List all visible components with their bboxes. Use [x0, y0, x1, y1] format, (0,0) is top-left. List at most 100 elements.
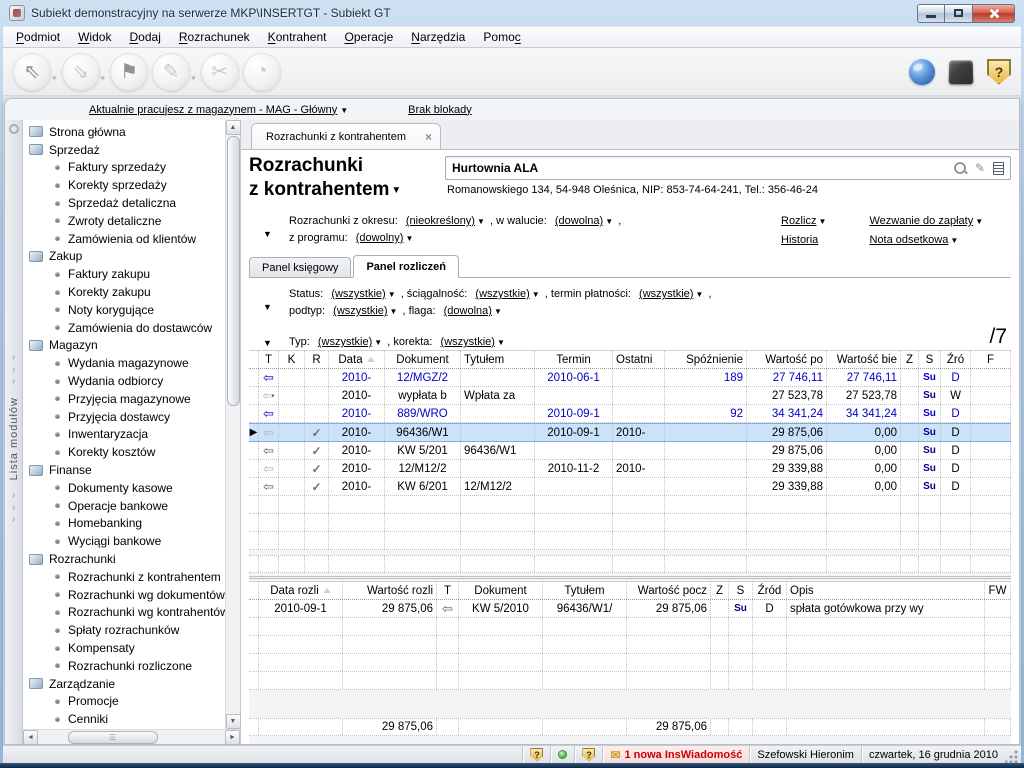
- sidebar-item-korekty-zakupu[interactable]: Korekty zakupu: [23, 283, 225, 301]
- minimize-button[interactable]: [917, 4, 945, 23]
- cube-icon[interactable]: [949, 60, 974, 84]
- sidebar-item-zam-wienia-od-klient-w[interactable]: Zamówienia od klientów: [23, 230, 225, 248]
- table-row[interactable]: 2010-09-129 875,06⇦KW 5/201096436/W1/29 …: [249, 600, 1011, 618]
- column-header-k[interactable]: K: [279, 351, 305, 368]
- scroll-down-button[interactable]: ▼: [226, 714, 241, 729]
- tab-rozrachunki-z-kontrahentem[interactable]: Rozrachunki z kontrahentem ×: [251, 123, 441, 149]
- sidebar-item-promocje[interactable]: Promocje: [23, 693, 225, 711]
- sidebar-item-faktury-sprzeda-y[interactable]: Faktury sprzedaży: [23, 159, 225, 177]
- sidebar-section-zarzadzanie[interactable]: Zarządzanie: [23, 675, 225, 693]
- scrollbar-thumb[interactable]: [227, 136, 240, 406]
- column-header-termin[interactable]: Termin: [535, 351, 613, 368]
- table-row[interactable]: ⇦▪2010-wypłata bWpłata za27 523,7827 523…: [249, 387, 1011, 405]
- sidebar-item-zam-wienia-do-dostawc-w[interactable]: Zamówienia do dostawców: [23, 319, 225, 337]
- sidebar-item-cenniki[interactable]: Cenniki: [23, 710, 225, 728]
- table-row[interactable]: ⇦✓2010-KW 6/20112/M12/229 339,880,00SuD: [249, 478, 1011, 496]
- sidebar-item-rozrachunki-rozliczone[interactable]: Rozrachunki rozliczone: [23, 657, 225, 675]
- column-header-data_rozli[interactable]: Data rozli: [259, 582, 343, 599]
- table-row[interactable]: ▶⇦✓2010-96436/W12010-09-12010-29 875,060…: [249, 423, 1011, 442]
- sidebar-item-korekty-sprzeda-y[interactable]: Korekty sprzedaży: [23, 176, 225, 194]
- sidebar-section-magazyn[interactable]: Magazyn: [23, 337, 225, 355]
- menu-item-dodaj[interactable]: Dodaj: [120, 27, 169, 47]
- collapse-filter-icon[interactable]: ▼: [263, 286, 289, 320]
- collapse-filter-icon[interactable]: ▼: [263, 213, 289, 247]
- tab-panel-ksiegowy[interactable]: Panel księgowy: [249, 257, 351, 277]
- sidebar-item-noty-koryguj-ce[interactable]: Noty korygujące: [23, 301, 225, 319]
- column-header-dokument[interactable]: Dokument: [459, 582, 543, 599]
- sidebar-section-rozrachunki[interactable]: Rozrachunki: [23, 550, 225, 568]
- sidebar-item-wydania-magazynowe[interactable]: Wydania magazynowe: [23, 354, 225, 372]
- column-header-data[interactable]: Data: [329, 351, 385, 368]
- title-dropdown-icon[interactable]: ▼: [391, 185, 401, 196]
- module-strip[interactable]: › › › Lista modułów › › ›: [5, 120, 23, 744]
- filter-korekta-value[interactable]: (wszystkie): [441, 336, 495, 348]
- sidebar-item-sprzeda-detaliczna[interactable]: Sprzedaż detaliczna: [23, 194, 225, 212]
- sidebar-item-wydania-odbiorcy[interactable]: Wydania odbiorcy: [23, 372, 225, 390]
- resize-grip[interactable]: [1005, 749, 1019, 763]
- contractor-input[interactable]: Hurtownia ALA ✎: [445, 156, 1011, 180]
- scrollbar-thumb[interactable]: ☰: [68, 731, 158, 744]
- column-header-z[interactable]: Z: [901, 351, 919, 368]
- filter-termin-value[interactable]: (wszystkie): [639, 288, 693, 300]
- sidebar-section-zakup[interactable]: Zakup: [23, 248, 225, 266]
- sidebar-section-finanse[interactable]: Finanse: [23, 461, 225, 479]
- sidebar-item-inwentaryzacja[interactable]: Inwentaryzacja: [23, 426, 225, 444]
- column-header-wartosc_po[interactable]: Wartość po: [747, 351, 827, 368]
- sidebar-item-operacje-bankowe[interactable]: Operacje bankowe: [23, 497, 225, 515]
- wezwanie-link[interactable]: Wezwanie do zapłaty: [869, 215, 973, 227]
- sidebar-item-faktury-zakupu[interactable]: Faktury zakupu: [23, 265, 225, 283]
- tab-close-icon[interactable]: ×: [425, 130, 432, 144]
- tab-panel-rozliczen[interactable]: Panel rozliczeń: [353, 255, 458, 278]
- column-header-s[interactable]: S: [729, 582, 753, 599]
- nota-link[interactable]: Nota odsetkowa: [869, 234, 948, 246]
- table-row[interactable]: ⇦2010-12/MGZ/22010-06-118927 746,1127 74…: [249, 369, 1011, 387]
- close-button[interactable]: [973, 4, 1015, 23]
- insmail-notification[interactable]: ✉ 1 nowa InsWiadomość: [602, 746, 749, 764]
- menu-item-kontrahent[interactable]: Kontrahent: [259, 27, 336, 47]
- sidebar-item-korekty-koszt-w[interactable]: Korekty kosztów: [23, 443, 225, 461]
- column-header-zrod[interactable]: Źród: [753, 582, 787, 599]
- menu-item-narz-dzia[interactable]: Narzędzia: [402, 27, 474, 47]
- column-header-wartosc_bie[interactable]: Wartość bie: [827, 351, 901, 368]
- flag-button[interactable]: ⚑: [110, 53, 148, 91]
- column-header-ostatni[interactable]: Ostatni: [613, 351, 665, 368]
- splitter[interactable]: [249, 573, 1011, 581]
- scroll-right-button[interactable]: ►: [225, 730, 240, 745]
- column-header-z[interactable]: Z: [711, 582, 729, 599]
- column-header-wartosc_pocz[interactable]: Wartość pocz: [627, 582, 711, 599]
- menu-item-operacje[interactable]: Operacje: [336, 27, 403, 47]
- sidebar-item-rozrachunki-wg-dokument-w[interactable]: Rozrachunki wg dokumentów: [23, 586, 225, 604]
- sidebar-item-rozrachunki-z-kontrahentem[interactable]: Rozrachunki z kontrahentem: [23, 568, 225, 586]
- sidebar-item-rozrachunki-wg-kontrahent-w[interactable]: Rozrachunki wg kontrahentów: [23, 604, 225, 622]
- filter-currency-value[interactable]: (dowolna): [555, 215, 603, 227]
- dropdown-icon[interactable]: ▾: [101, 73, 106, 84]
- lock-status-link[interactable]: Brak blokady: [408, 104, 472, 116]
- pencil-icon[interactable]: ✎: [975, 161, 985, 175]
- menu-item-podmiot[interactable]: Podmiot: [7, 27, 69, 47]
- maximize-button[interactable]: [945, 4, 973, 23]
- sidebar-section-strona-glowna[interactable]: Strona główna: [23, 123, 225, 141]
- filter-podtyp-value[interactable]: (wszystkie): [333, 305, 387, 317]
- sidebar-horizontal-scrollbar[interactable]: ◄ ☰ ►: [23, 729, 240, 744]
- table-row[interactable]: ⇦✓2010-12/M12/22010-11-22010-29 339,880,…: [249, 460, 1011, 478]
- sidebar-item-przyj-cia-magazynowe[interactable]: Przyjęcia magazynowe: [23, 390, 225, 408]
- rozlicz-link[interactable]: Rozlicz: [781, 215, 816, 227]
- table-row[interactable]: ⇦✓2010-KW 5/20196436/W129 875,060,00SuD: [249, 442, 1011, 460]
- column-header-t[interactable]: T: [437, 582, 459, 599]
- column-header-t[interactable]: T: [259, 351, 279, 368]
- globe-icon[interactable]: [909, 59, 935, 85]
- search-icon[interactable]: [954, 162, 967, 175]
- menu-item-pomoc[interactable]: Pomoc: [474, 27, 529, 47]
- filter-sciagalnosc-value[interactable]: (wszystkie): [475, 288, 529, 300]
- sidebar-item-wyci-gi-bankowe[interactable]: Wyciągi bankowe: [23, 532, 225, 550]
- current-warehouse-link[interactable]: Aktualnie pracujesz z magazynem - MAG - …: [89, 104, 337, 116]
- sidebar-item-kompensaty[interactable]: Kompensaty: [23, 639, 225, 657]
- dropdown-icon[interactable]: ▾: [52, 73, 57, 84]
- sidebar-section-sprzedaz[interactable]: Sprzedaż: [23, 141, 225, 159]
- column-header-r[interactable]: R: [305, 351, 329, 368]
- column-header-tytulem[interactable]: Tytułem: [461, 351, 535, 368]
- column-header-opis[interactable]: Opis: [787, 582, 985, 599]
- filter-typ-value[interactable]: (wszystkie): [318, 336, 372, 348]
- column-header-tytulem[interactable]: Tytułem: [543, 582, 627, 599]
- menu-item-widok[interactable]: Widok: [69, 27, 120, 47]
